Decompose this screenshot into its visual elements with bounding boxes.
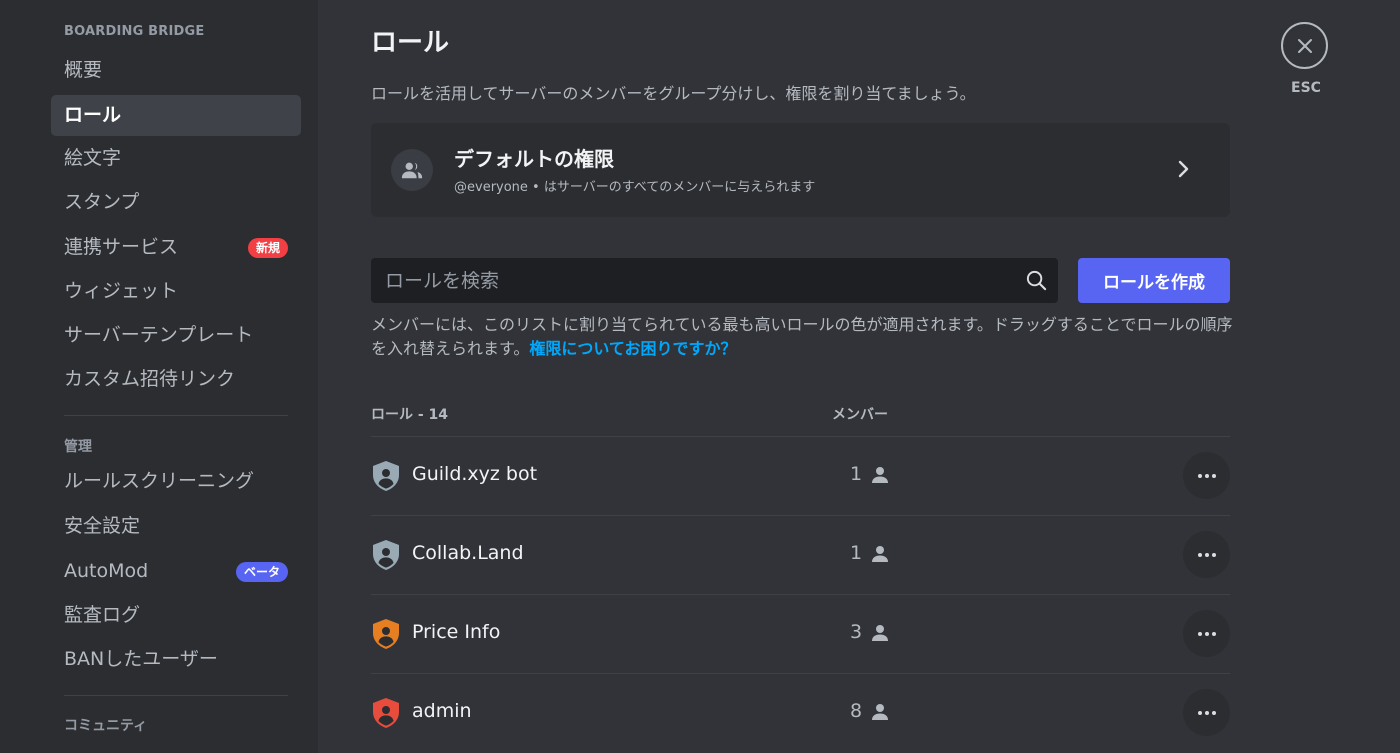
create-role-button[interactable]: ロールを作成 [1078, 258, 1230, 303]
more-horizontal-icon [1197, 552, 1216, 557]
role-member-count: 1 [850, 463, 863, 485]
sidebar-item-automod[interactable]: AutoMod ベータ [51, 551, 301, 592]
shield-icon [371, 460, 401, 496]
role-name: Price Info [412, 621, 501, 643]
more-options-button[interactable] [1183, 689, 1230, 736]
new-badge: 新規 [247, 237, 288, 258]
sidebar-item-audit-log[interactable]: 監査ログ [51, 595, 301, 636]
page-description: ロールを活用してサーバーのメンバーをグループ分けし、権限を割り当てましょう。 [371, 84, 976, 103]
sidebar-item-rules-screening[interactable]: ルールスクリーニング [51, 461, 301, 502]
sidebar-section-moderation: 管理 [64, 439, 92, 455]
sidebar-item-server-template[interactable]: サーバーテンプレート [51, 315, 301, 356]
server-name-header: BOARDING BRIDGE [64, 24, 205, 39]
chevron-right-icon [1176, 159, 1190, 183]
person-icon [870, 544, 890, 568]
person-icon [870, 465, 890, 489]
role-name: Collab.Land [412, 542, 524, 564]
more-options-button[interactable] [1183, 531, 1230, 578]
sidebar-item-stickers[interactable]: スタンプ [51, 182, 301, 223]
shield-icon [371, 618, 401, 654]
beta-badge: ベータ [235, 561, 288, 582]
more-options-button[interactable] [1183, 610, 1230, 657]
people-icon [391, 149, 433, 191]
role-member-count: 8 [850, 700, 863, 722]
more-horizontal-icon [1197, 473, 1216, 478]
sidebar-item-label: 絵文字 [64, 147, 122, 169]
table-row[interactable]: Collab.Land 1 [371, 515, 1230, 594]
sidebar-item-label: 安全設定 [64, 515, 141, 537]
sidebar-item-emoji[interactable]: 絵文字 [51, 138, 301, 179]
sidebar-item-label: ロール [64, 104, 122, 126]
members-column-header: メンバー [832, 407, 888, 423]
more-horizontal-icon [1197, 631, 1216, 636]
search-icon[interactable] [1025, 269, 1048, 296]
sidebar-item-integrations[interactable]: 連携サービス 新規 [51, 227, 301, 268]
sidebar-divider [64, 415, 288, 416]
default-permissions-title: デフォルトの権限 [454, 147, 614, 171]
shield-icon [371, 539, 401, 575]
sidebar-item-label: 監査ログ [64, 604, 141, 626]
sidebar-divider [64, 695, 288, 696]
role-search-input[interactable] [371, 258, 1011, 303]
table-row[interactable]: admin 8 [371, 673, 1230, 752]
sidebar-section-community: コミュニティ [64, 718, 148, 734]
role-name: admin [412, 700, 472, 722]
sidebar-item-label: 連携サービス [64, 236, 179, 258]
close-button[interactable] [1281, 22, 1328, 69]
help-description: メンバーには、このリストに割り当てられている最も高いロールの色が適用されます。ド… [371, 315, 1233, 358]
person-icon [870, 623, 890, 647]
page-title: ロール [371, 28, 450, 58]
role-member-count: 1 [850, 542, 863, 564]
shield-icon [371, 697, 401, 733]
esc-label: ESC [1291, 80, 1321, 96]
sidebar-item-widget[interactable]: ウィジェット [51, 271, 301, 312]
sidebar-item-safety-setup[interactable]: 安全設定 [51, 506, 301, 547]
sidebar-item-label: サーバーテンプレート [64, 324, 254, 346]
person-icon [870, 702, 890, 726]
sidebar-item-overview[interactable]: 概要 [51, 50, 301, 91]
table-row[interactable]: Guild.xyz bot 1 [371, 436, 1230, 515]
default-permissions-subtitle: @everyone • はサーバーのすべてのメンバーに与えられます [454, 180, 816, 195]
sidebar-item-label: AutoMod [64, 560, 149, 582]
default-permissions-card[interactable]: デフォルトの権限 @everyone • はサーバーのすべてのメンバーに与えられ… [371, 123, 1230, 217]
roles-column-header: ロール - 14 [371, 407, 449, 423]
sidebar-item-label: BANしたユーザー [64, 648, 218, 670]
table-row[interactable]: Price Info 3 [371, 594, 1230, 673]
role-member-count: 3 [850, 621, 863, 643]
role-name: Guild.xyz bot [412, 463, 538, 485]
more-horizontal-icon [1197, 710, 1216, 715]
role-help-text: メンバーには、このリストに割り当てられている最も高いロールの色が適用されます。ド… [371, 313, 1241, 361]
close-icon [1297, 38, 1312, 53]
sidebar-item-roles[interactable]: ロール [51, 95, 301, 136]
sidebar-item-vanity-url[interactable]: カスタム招待リンク [51, 359, 301, 400]
settings-sidebar: BOARDING BRIDGE 概要 ロール 絵文字 スタンプ 連携サービス 新… [0, 0, 318, 753]
sidebar-item-bans[interactable]: BANしたユーザー [51, 639, 301, 680]
sidebar-item-label: 概要 [64, 59, 103, 81]
permissions-help-link[interactable]: 権限についてお困りですか？ [529, 339, 736, 358]
sidebar-item-label: スタンプ [64, 191, 140, 213]
sidebar-item-label: ウィジェット [64, 280, 179, 302]
role-search-box [371, 258, 1058, 303]
sidebar-item-label: カスタム招待リンク [64, 368, 236, 390]
more-options-button[interactable] [1183, 452, 1230, 499]
sidebar-item-label: ルールスクリーニング [64, 470, 255, 492]
